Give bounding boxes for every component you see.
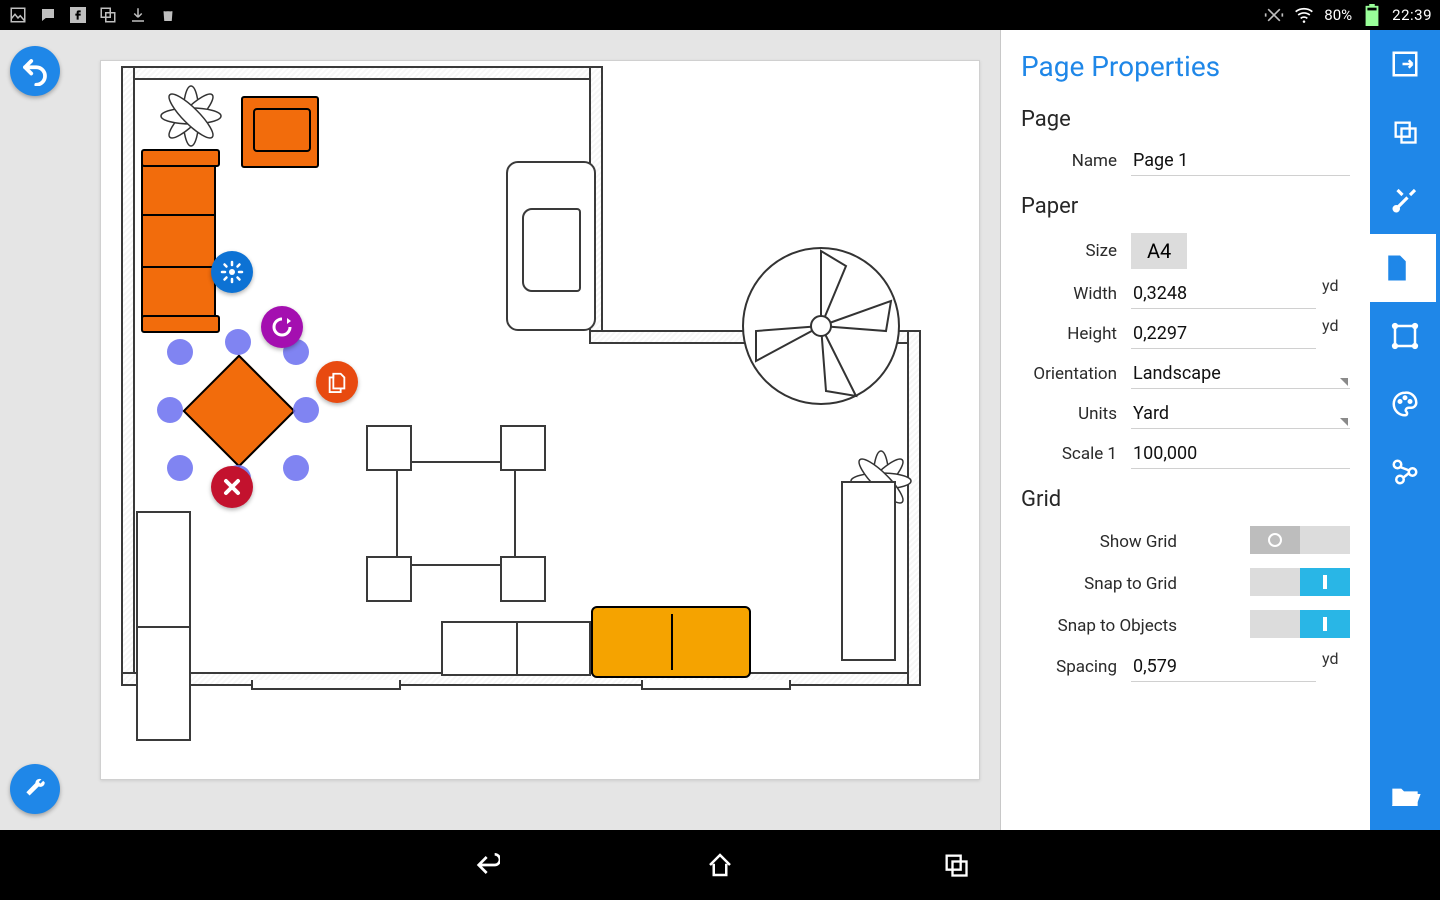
- battery-percent: 80%: [1324, 6, 1352, 24]
- width-label: Width: [1021, 284, 1131, 304]
- section-paper-heading: Paper: [1021, 194, 1350, 219]
- resize-handle-se[interactable]: [283, 455, 309, 481]
- drawing-canvas[interactable]: [100, 60, 980, 780]
- scale-label: Scale 1: [1021, 444, 1131, 464]
- floorplan-dining-set[interactable]: [356, 431, 556, 596]
- object-rotate-button[interactable]: [261, 306, 303, 348]
- resize-handle-n[interactable]: [225, 329, 251, 355]
- wifi-icon: [1294, 5, 1314, 25]
- units-select[interactable]: Yard: [1131, 399, 1350, 429]
- object-delete-button[interactable]: [211, 466, 253, 508]
- rail-copy-button[interactable]: [1370, 98, 1440, 166]
- floorplan-sofa[interactable]: [141, 161, 216, 321]
- resize-handle-e[interactable]: [293, 397, 319, 423]
- vibrate-icon: [1264, 5, 1284, 25]
- shop-icon: [158, 5, 178, 25]
- floorplan-console[interactable]: [441, 621, 591, 676]
- height-input[interactable]: 0,2297: [1131, 319, 1316, 349]
- rail-export-button[interactable]: [1370, 30, 1440, 98]
- spacing-unit: yd: [1322, 649, 1350, 668]
- options-button[interactable]: [10, 764, 60, 814]
- resize-handle-sw[interactable]: [167, 455, 193, 481]
- nav-recents-button[interactable]: [938, 847, 974, 883]
- rail-connection-button[interactable]: [1370, 438, 1440, 506]
- snapobj-label: Snap to Objects: [1021, 616, 1191, 636]
- nav-home-button[interactable]: [702, 847, 738, 883]
- floorplan-armchair[interactable]: [241, 96, 319, 168]
- snapgrid-toggle[interactable]: [1250, 568, 1350, 596]
- showgrid-label: Show Grid: [1021, 532, 1191, 552]
- clock: 22:39: [1392, 6, 1432, 24]
- scale-input[interactable]: 100,000: [1131, 439, 1350, 469]
- app-surface: Page Properties Page Name Page 1 Paper S…: [0, 30, 1440, 830]
- properties-panel: Page Properties Page Name Page 1 Paper S…: [1000, 30, 1370, 830]
- floorplan-cabinet[interactable]: [136, 511, 191, 741]
- orientation-label: Orientation: [1021, 364, 1131, 384]
- download-icon: [128, 5, 148, 25]
- name-input[interactable]: Page 1: [1131, 146, 1350, 176]
- floorplan-ceiling-fan[interactable]: [736, 241, 906, 411]
- rail-palette-button[interactable]: [1370, 370, 1440, 438]
- rail-tools-button[interactable]: [1370, 166, 1440, 234]
- panel-title: Page Properties: [1021, 50, 1350, 83]
- android-nav-bar: [0, 830, 1440, 900]
- floorplan-plant[interactable]: [151, 76, 231, 156]
- spacing-input[interactable]: 0,579: [1131, 652, 1316, 682]
- snapobj-toggle[interactable]: [1250, 610, 1350, 638]
- units-label: Units: [1021, 404, 1131, 424]
- section-page-heading: Page: [1021, 107, 1350, 132]
- name-label: Name: [1021, 151, 1131, 171]
- width-unit: yd: [1322, 276, 1350, 295]
- floorplan-tv[interactable]: [506, 161, 596, 331]
- size-select[interactable]: A4: [1131, 233, 1187, 269]
- orientation-select[interactable]: Landscape: [1131, 359, 1350, 389]
- chat-icon: [38, 5, 58, 25]
- width-input[interactable]: 0,3248: [1131, 279, 1316, 309]
- height-label: Height: [1021, 324, 1131, 344]
- tool-rail: [1370, 30, 1440, 830]
- rail-page-button[interactable]: [1358, 234, 1436, 302]
- rail-open-button[interactable]: [1370, 762, 1440, 830]
- showgrid-toggle[interactable]: [1250, 526, 1350, 554]
- floorplan-bookshelf[interactable]: [841, 481, 896, 661]
- rail-shapehandles-button[interactable]: [1370, 302, 1440, 370]
- resize-handle-nw[interactable]: [167, 339, 193, 365]
- resize-handle-w[interactable]: [157, 397, 183, 423]
- undo-button[interactable]: [10, 46, 60, 96]
- android-status-bar: 80% 22:39: [0, 0, 1440, 30]
- object-settings-button[interactable]: [211, 251, 253, 293]
- floorplan-loveseat[interactable]: [591, 606, 751, 678]
- snapgrid-label: Snap to Grid: [1021, 574, 1191, 594]
- facebook-icon: [68, 5, 88, 25]
- selected-object[interactable]: [169, 341, 309, 481]
- gallery-icon: [8, 5, 28, 25]
- size-label: Size: [1021, 241, 1131, 261]
- floorplan-chair-selected[interactable]: [182, 354, 295, 467]
- copy-status-icon: [98, 5, 118, 25]
- nav-back-button[interactable]: [466, 847, 502, 883]
- spacing-label: Spacing: [1021, 657, 1131, 677]
- battery-icon: [1362, 5, 1382, 25]
- section-grid-heading: Grid: [1021, 487, 1350, 512]
- object-copy-button[interactable]: [316, 361, 358, 403]
- height-unit: yd: [1322, 316, 1350, 335]
